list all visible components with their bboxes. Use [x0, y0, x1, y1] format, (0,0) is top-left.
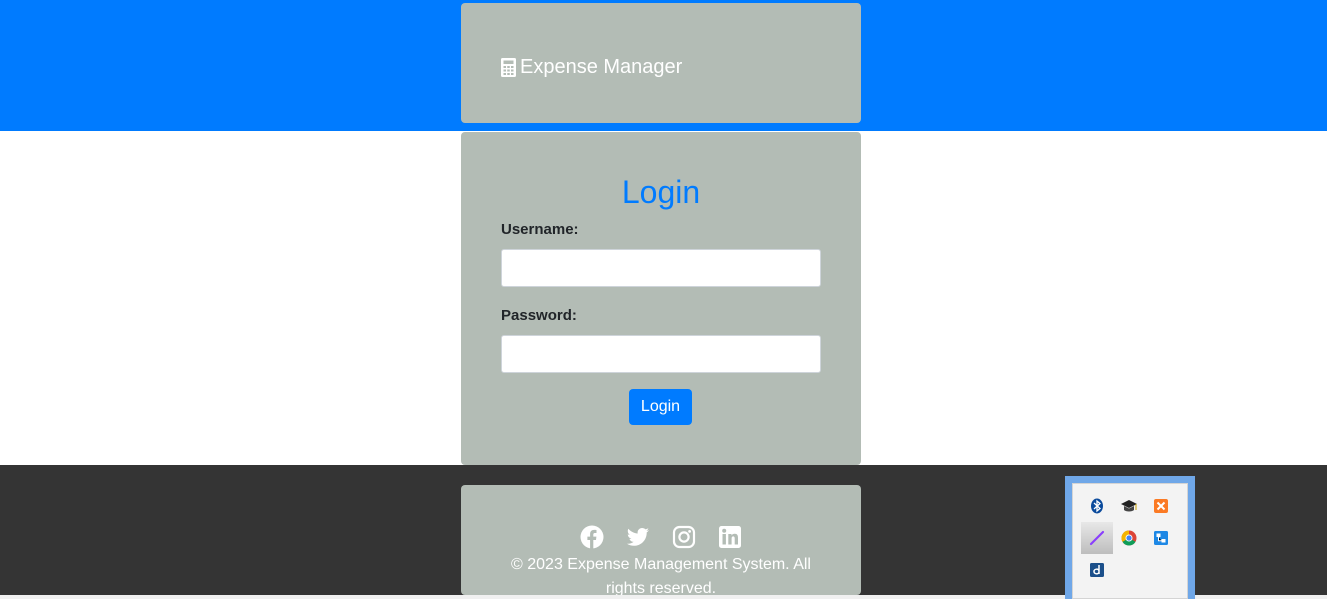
network-icon[interactable] — [1145, 522, 1177, 554]
password-label: Password: — [501, 307, 577, 324]
bluetooth-icon[interactable] — [1081, 490, 1113, 522]
login-title: Login — [621, 174, 701, 210]
system-tray-popup — [1065, 476, 1195, 599]
brand-link[interactable]: Expense Manager — [501, 53, 682, 81]
social-links — [461, 525, 861, 549]
username-input[interactable] — [501, 249, 821, 287]
username-label: Username: — [501, 221, 579, 238]
chrome-icon[interactable] — [1113, 522, 1145, 554]
graduation-cap-icon[interactable] — [1113, 490, 1145, 522]
instagram-icon[interactable] — [672, 525, 696, 549]
login-card: Login Username: Password: Login — [461, 132, 861, 465]
facebook-icon[interactable] — [580, 525, 604, 549]
d-app-icon[interactable] — [1081, 554, 1113, 586]
brand-label: Expense Manager — [520, 56, 683, 78]
tray-icon-panel — [1072, 483, 1188, 599]
copyright-text: © 2023 Expense Management System. All ri… — [511, 556, 811, 595]
password-input[interactable] — [501, 335, 821, 373]
login-button[interactable]: Login — [629, 389, 692, 425]
calculator-icon — [501, 57, 516, 77]
pen-icon[interactable] — [1081, 522, 1113, 554]
header-card: Expense Manager — [461, 3, 861, 123]
twitter-icon[interactable] — [626, 525, 650, 549]
xampp-icon[interactable] — [1145, 490, 1177, 522]
linkedin-icon[interactable] — [718, 525, 742, 549]
footer-card: © 2023 Expense Management System. All ri… — [461, 485, 861, 595]
